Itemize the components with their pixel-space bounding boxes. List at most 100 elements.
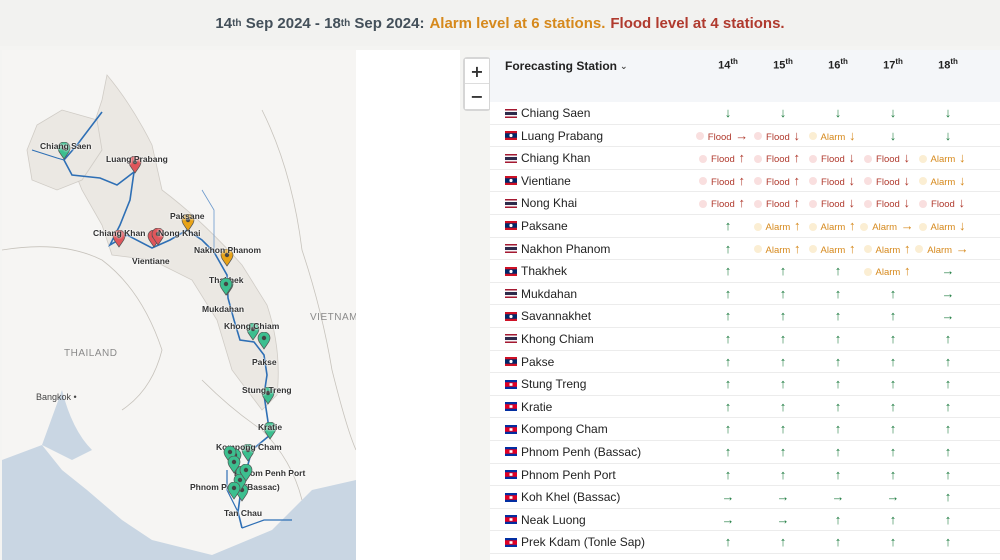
- arrow-up-icon: ↑: [889, 534, 897, 550]
- day-number: 18: [938, 59, 951, 72]
- table-row[interactable]: Neak Luong → → ↑ ↑ ↑: [490, 509, 1000, 532]
- level-badge: Flood: [931, 199, 955, 211]
- table-row[interactable]: Pakse ↑ ↑ ↑ ↑ ↑: [490, 351, 1000, 374]
- forecast-cell: ↑: [755, 399, 811, 414]
- station-name: Thakhek: [521, 264, 568, 279]
- forecast-cell: ↑: [755, 421, 811, 436]
- table-row[interactable]: Chiang Saen ↓ ↓ ↓ ↓ ↓: [490, 102, 1000, 125]
- table-row[interactable]: Nakhon Phanom ↑ Alarm ↑ Alarm ↑ Alarm ↑ Alarm…: [490, 238, 1000, 261]
- mekong-map[interactable]: THAILAND VIETNAM Bangkok • Chiang Saen Lu…: [2, 50, 356, 560]
- forecast-cell: ↑: [700, 376, 756, 391]
- station-cell: Kratie: [505, 400, 552, 414]
- level-dot-icon: [918, 222, 927, 231]
- table-row[interactable]: Phnom Penh Port ↑ ↑ ↑ ↑ ↑: [490, 464, 1000, 487]
- station-map-label: Kratie: [258, 422, 283, 432]
- forecast-cell: →: [920, 286, 976, 301]
- station-pin-icon[interactable]: [219, 278, 233, 296]
- level-badge: Flood: [711, 154, 735, 166]
- table-row[interactable]: Phnom Penh (Bassac) ↑ ↑ ↑ ↑ ↑: [490, 441, 1000, 464]
- arrow-up-icon: ↑: [889, 353, 897, 369]
- table-row[interactable]: Kompong Cham ↑ ↑ ↑ ↑ ↑: [490, 418, 1000, 441]
- table-header: Forecasting Station ⌄ 14th 15th 16th 17th 18…: [490, 50, 1000, 102]
- day-number: 15: [773, 59, 786, 72]
- table-row[interactable]: Vientiane Flood ↑ Flood ↑ Flood ↓ Flood ↓ Ala…: [490, 170, 1000, 193]
- zoom-control: + −: [463, 57, 491, 111]
- forecast-cell: ↑: [810, 399, 866, 414]
- table-row[interactable]: Paksane ↑ Alarm ↑ Alarm ↑ Alarm → Alarm ↓: [490, 215, 1000, 238]
- forecast-cell: Flood ↑: [749, 195, 805, 210]
- forecast-cell: ↑: [920, 444, 976, 459]
- table-row[interactable]: Chiang Khan Flood ↑ Flood ↑ Flood ↓ Flood ↓ A…: [490, 147, 1000, 170]
- station-name: Nakhon Phanom: [521, 241, 611, 256]
- arrow-down-icon: ↓: [793, 127, 800, 143]
- date-start-sup: th: [232, 17, 242, 29]
- thailand-flag-icon: [505, 289, 517, 299]
- arrow-up-icon: ↑: [889, 330, 897, 346]
- forecast-cell: ↓: [920, 105, 976, 120]
- forecast-cell: ↓: [865, 128, 921, 143]
- date-start-rest: Sep 2024 -: [245, 14, 320, 32]
- station-cell: Nong Khai: [505, 196, 577, 210]
- forecast-cell: ↑: [810, 354, 866, 369]
- forecast-cell: ↑: [700, 331, 756, 346]
- arrow-down-icon: ↓: [903, 150, 910, 166]
- forecast-cell: Flood ↑: [749, 173, 805, 188]
- table-row[interactable]: Nong Khai Flood ↑ Flood ↑ Flood ↓ Flood ↓ Flo…: [490, 192, 1000, 215]
- station-name: Koh Khel (Bassac): [521, 490, 621, 505]
- table-row[interactable]: Stung Treng ↑ ↑ ↑ ↑ ↑: [490, 373, 1000, 396]
- station-pin-icon[interactable]: [239, 464, 253, 482]
- arrow-up-icon: ↑: [724, 398, 732, 414]
- table-row[interactable]: Khong Chiam ↑ ↑ ↑ ↑ ↑: [490, 328, 1000, 351]
- station-cell: Luang Prabang: [505, 129, 603, 143]
- zoom-in-button[interactable]: +: [465, 59, 489, 84]
- arrow-down-icon: ↓: [848, 195, 855, 211]
- arrow-up-icon: ↑: [779, 308, 787, 324]
- table-row[interactable]: Savannakhet ↑ ↑ ↑ ↑ →: [490, 305, 1000, 328]
- forecast-cell: ↑: [755, 444, 811, 459]
- table-row[interactable]: Kratie ↑ ↑ ↑ ↑ ↑: [490, 396, 1000, 419]
- forecast-cell: Alarm ↑: [749, 241, 805, 256]
- arrow-up-icon: ↑: [724, 217, 732, 233]
- cambodia-flag-icon: [505, 402, 517, 412]
- forecast-cell: Flood ↑: [694, 173, 750, 188]
- arrow-up-icon: ↑: [779, 330, 787, 346]
- level-dot-icon: [809, 177, 818, 186]
- level-badge: Alarm: [930, 176, 956, 188]
- station-name: Kompong Cham: [521, 422, 608, 437]
- forecast-cell: Flood ↓: [804, 150, 860, 165]
- zoom-out-button[interactable]: −: [465, 84, 489, 109]
- station-sort-header[interactable]: Forecasting Station ⌄: [505, 59, 628, 73]
- forecast-cell: ↑: [920, 534, 976, 549]
- station-cell: Phnom Penh Port: [505, 468, 616, 482]
- station-pin-icon[interactable]: [227, 482, 241, 500]
- table-row[interactable]: Mukdahan ↑ ↑ ↑ ↑ →: [490, 283, 1000, 306]
- forecast-cell: ↑: [700, 399, 756, 414]
- arrow-right-icon: →: [721, 489, 735, 505]
- arrow-down-icon: ↓: [958, 195, 965, 211]
- table-row[interactable]: Luang Prabang Flood → Flood ↓ Alarm ↓ ↓ ↓: [490, 125, 1000, 148]
- arrow-up-icon: ↑: [779, 353, 787, 369]
- forecast-cell: →: [700, 512, 756, 527]
- day-number: 17: [883, 59, 896, 72]
- station-cell: Kompong Cham: [505, 422, 608, 436]
- table-row[interactable]: Koh Khel (Bassac) → → → → ↑: [490, 486, 1000, 509]
- forecast-cell: Alarm ↓: [914, 218, 970, 233]
- arrow-up-icon: ↑: [944, 443, 952, 459]
- station-name: Phnom Penh (Bassac): [521, 444, 642, 459]
- forecast-cell: ↑: [810, 467, 866, 482]
- forecast-cell: ↓: [755, 105, 811, 120]
- day-header: 14th: [708, 57, 748, 72]
- station-pin-icon[interactable]: [257, 332, 271, 350]
- level-dot-icon: [754, 132, 763, 141]
- forecast-cell: ↑: [865, 331, 921, 346]
- forecast-cell: ↑: [755, 376, 811, 391]
- station-cell: Chiang Saen: [505, 106, 590, 120]
- forecast-cell: ↑: [700, 534, 756, 549]
- table-row[interactable]: Prek Kdam (Tonle Sap) ↑ ↑ ↑ ↑ ↑: [490, 531, 1000, 554]
- forecast-cell: ↑: [810, 512, 866, 527]
- arrow-up-icon: ↑: [889, 398, 897, 414]
- table-row[interactable]: Thakhek ↑ ↑ ↑ Alarm ↑ →: [490, 260, 1000, 283]
- arrow-up-icon: ↑: [834, 443, 842, 459]
- forecast-cell: ↑: [920, 399, 976, 414]
- country-label-vietnam: VIETNAM: [310, 312, 356, 323]
